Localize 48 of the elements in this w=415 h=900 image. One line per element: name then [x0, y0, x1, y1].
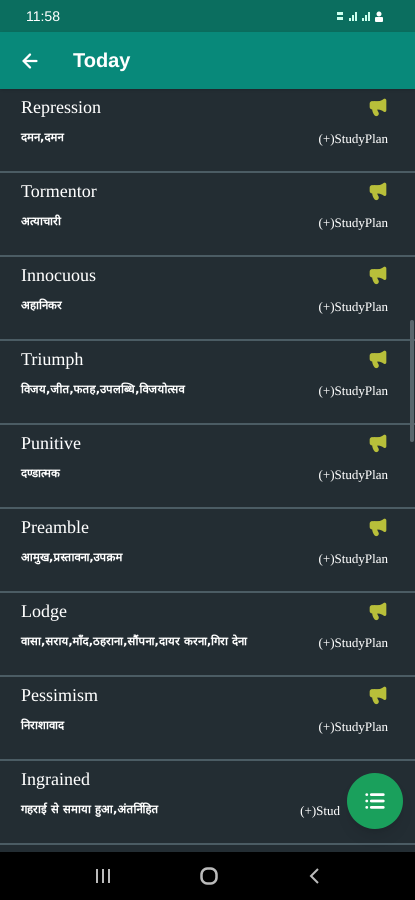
back-nav-icon[interactable] [308, 868, 320, 884]
hindi-meaning: विजय,जीत,फतह,उपलब्धि,विजयोत्सव [21, 381, 184, 397]
word-card[interactable]: Lodge वासा,सराय,माँद,ठहराना,सौंपना,दायर करना,गिरा देना (+)StudyPlan [0, 593, 415, 677]
word-title: Ingrained [21, 768, 90, 791]
study-plan-link[interactable]: (+)StudyPlan [318, 129, 388, 148]
study-plan-link[interactable]: (+)StudyPlan [318, 381, 388, 400]
megaphone-icon[interactable] [368, 433, 388, 453]
study-plan-link[interactable]: (+)StudyPlan [318, 633, 388, 652]
word-title: Triumph [21, 348, 84, 371]
hindi-meaning: दण्डात्मक [21, 465, 60, 481]
hindi-meaning: आमुख,प्रस्तावना,उपक्रम [21, 549, 123, 565]
recent-apps-icon[interactable] [94, 868, 111, 884]
study-plan-link[interactable]: (+)Stud [300, 801, 340, 820]
list-icon [364, 790, 386, 812]
megaphone-icon[interactable] [368, 517, 388, 537]
megaphone-icon[interactable] [368, 685, 388, 705]
word-title: Preamble [21, 516, 89, 538]
megaphone-icon[interactable] [368, 601, 388, 621]
screen-title: Today [73, 48, 130, 74]
hindi-meaning: अहानिकर [21, 297, 62, 313]
status-time: 11:58 [26, 6, 60, 26]
word-title: Innocuous [21, 264, 96, 286]
study-plan-link[interactable]: (+)StudyPlan [318, 549, 388, 568]
study-plan-link[interactable]: (+)StudyPlan [318, 213, 388, 232]
word-card[interactable]: Innocuous अहानिकर (+)StudyPlan [0, 257, 415, 341]
word-title: Pessimism [21, 684, 98, 706]
megaphone-icon[interactable] [368, 181, 388, 201]
word-title: Lodge [21, 600, 67, 623]
word-title: Tormentor [21, 180, 97, 202]
hindi-meaning: दमन,दमन [21, 129, 64, 145]
hindi-meaning: निराशावाद [21, 717, 64, 733]
word-card[interactable]: Punitive दण्डात्मक (+)StudyPlan [0, 425, 415, 509]
megaphone-icon[interactable] [368, 97, 388, 117]
word-card[interactable]: Tormentor अत्याचारी (+)StudyPlan [0, 173, 415, 257]
word-title: Repression [21, 96, 101, 119]
word-card[interactable]: Preamble आमुख,प्रस्तावना,उपक्रम (+)StudyPlan [0, 509, 415, 593]
megaphone-icon[interactable] [368, 265, 388, 285]
study-plan-link[interactable]: (+)StudyPlan [318, 717, 388, 736]
study-plan-link[interactable]: (+)StudyPlan [318, 297, 388, 316]
megaphone-icon[interactable] [368, 349, 388, 369]
hindi-meaning: अत्याचारी [21, 213, 61, 229]
word-card[interactable]: Repression दमन,दमन (+)StudyPlan [0, 89, 415, 173]
study-plan-link[interactable]: (+)StudyPlan [318, 465, 388, 484]
home-icon[interactable] [200, 867, 218, 885]
word-title: Punitive [21, 432, 82, 454]
hindi-meaning: वासा,सराय,माँद,ठहराना,सौंपना,दायर करना,गिरा देना [21, 633, 248, 649]
hindi-meaning: गहराई से समाया हुआ,अंतर्निहित [21, 801, 158, 817]
word-card[interactable]: Pessimism निराशावाद (+)StudyPlan [0, 677, 415, 761]
